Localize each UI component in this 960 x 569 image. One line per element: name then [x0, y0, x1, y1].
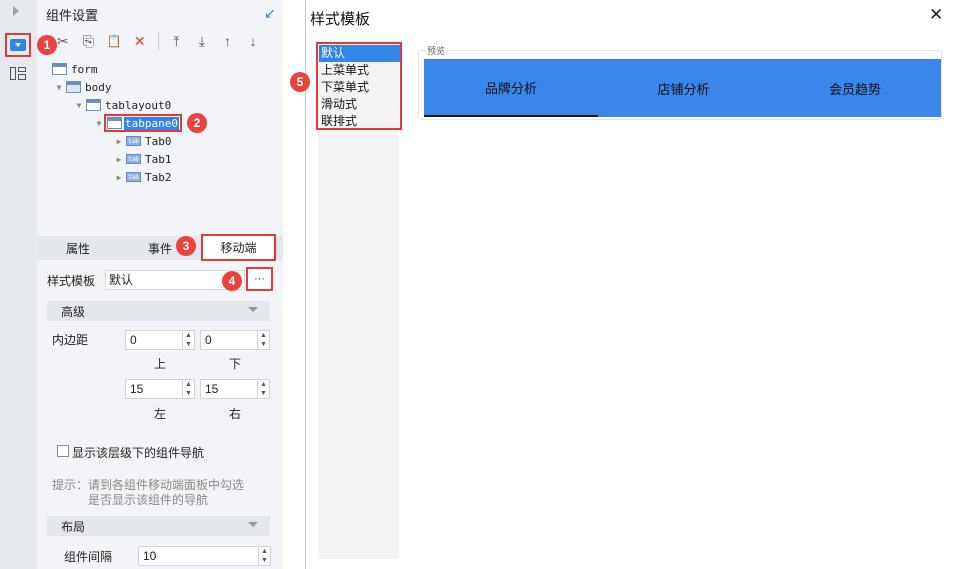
tree-node-form[interactable]: form [50, 60, 280, 78]
step-badge-3: 3 [176, 236, 196, 256]
padding-label: 内边距 [52, 333, 89, 347]
dialog-title: 样式模板 [310, 11, 371, 28]
step-badge-4: 4 [222, 271, 242, 291]
padding-left-label: 左 [154, 407, 167, 421]
preview-tab-brand[interactable]: 品牌分析 [424, 59, 598, 117]
padding-bottom-input[interactable]: 0 ▲ ▼ [200, 330, 270, 350]
paste-icon[interactable]: 📋 [104, 31, 124, 51]
delete-icon[interactable]: ✕ [130, 31, 150, 51]
layout-icon[interactable] [10, 67, 26, 80]
show-nav-label: 显示该层级下的组件导航 [72, 446, 205, 460]
preview-tab-bar: 品牌分析 店铺分析 会员趋势 [424, 59, 941, 117]
copy-icon[interactable]: ⎘ [79, 31, 99, 51]
preview-label: 预览 [425, 44, 448, 57]
tab-icon: tab [126, 154, 141, 164]
template-item-default[interactable]: 默认 [319, 45, 400, 62]
spacing-input[interactable]: 10 ▲ ▼ [138, 546, 271, 566]
layout-section-header[interactable]: 布局 [47, 516, 270, 536]
component-panel-toggle[interactable] [5, 33, 31, 57]
padding-top-label: 上 [154, 357, 167, 371]
panel-title: 组件设置 [46, 8, 99, 23]
tabpane-icon [107, 117, 122, 129]
tab-properties[interactable]: 属性 [66, 240, 90, 257]
spacing-label: 组件间隔 [64, 550, 113, 564]
tree-node-tab2[interactable]: ▶ tab Tab2 [50, 168, 280, 186]
tabpane-selection[interactable]: tabpane0 [104, 114, 182, 132]
stepper-buttons[interactable]: ▲ ▼ [182, 380, 194, 398]
body-icon [66, 81, 81, 93]
hint-line-2: 是否显示该组件的导航 [88, 493, 209, 507]
tree-node-body[interactable]: ▼ body [50, 78, 280, 96]
tree-node-tab0[interactable]: ▶ tab Tab0 [50, 132, 280, 150]
stepper-buttons[interactable]: ▲ ▼ [257, 331, 269, 349]
padding-right-label: 右 [229, 407, 242, 421]
collapse-arrow-icon[interactable]: ▼ [74, 101, 84, 110]
side-icon-strip [0, 0, 37, 569]
template-item-top-menu[interactable]: 上菜单式 [319, 62, 400, 79]
tablayout-icon [86, 99, 101, 111]
template-list: 默认 上菜单式 下菜单式 滑动式 联排式 [316, 42, 402, 130]
expand-arrow-icon[interactable]: ▶ [114, 137, 124, 146]
step-badge-1: 1 [37, 35, 57, 55]
expand-arrow-icon[interactable]: ▶ [114, 155, 124, 164]
template-item-sliding[interactable]: 滑动式 [319, 96, 400, 113]
step-badge-5: 5 [290, 72, 310, 92]
close-icon[interactable]: ✕ [929, 5, 943, 25]
pin-icon[interactable]: ↙ [264, 5, 276, 22]
move-bottom-icon[interactable]: ⤓ [192, 31, 212, 51]
move-up-icon[interactable]: ↑ [218, 31, 238, 51]
padding-bottom-label: 下 [229, 357, 242, 371]
advanced-section-header[interactable]: 高级 [47, 301, 270, 321]
move-down-icon[interactable]: ↓ [243, 31, 263, 51]
stepper-buttons[interactable]: ▲ ▼ [257, 380, 269, 398]
form-icon [52, 63, 67, 75]
chevron-down-icon [248, 307, 258, 312]
toolbar: ✂ ⎘ 📋 ✕ ⤒ ⤓ ↑ ↓ [53, 31, 263, 51]
stepper-buttons[interactable]: ▲ ▼ [258, 547, 270, 565]
template-item-bottom-menu[interactable]: 下菜单式 [319, 79, 400, 96]
show-nav-checkbox[interactable] [57, 445, 69, 457]
chevron-down-icon [248, 522, 258, 527]
tab-icon: tab [126, 136, 141, 146]
padding-top-input[interactable]: 0 ▲ ▼ [125, 330, 195, 350]
collapse-arrow-icon[interactable]: ▼ [54, 83, 64, 92]
padding-left-input[interactable]: 15 ▲ ▼ [125, 379, 195, 399]
preview-tab-member[interactable]: 会员趋势 [769, 59, 941, 117]
style-template-more-button[interactable]: ··· [246, 267, 273, 291]
preview-tab-store[interactable]: 店铺分析 [598, 59, 769, 117]
stepper-buttons[interactable]: ▲ ▼ [182, 331, 194, 349]
tab-mobile[interactable]: 移动端 [201, 234, 276, 261]
component-icon [10, 39, 26, 51]
tree-node-tabpane[interactable]: ▼ tabpane0 [50, 114, 280, 132]
tab-events[interactable]: 事件 [148, 240, 172, 257]
padding-right-input[interactable]: 15 ▲ ▼ [200, 379, 270, 399]
tree-node-tablayout[interactable]: ▼ tablayout0 [50, 96, 280, 114]
move-top-icon[interactable]: ⤒ [166, 31, 186, 51]
expand-arrow-icon[interactable]: ▶ [114, 173, 124, 182]
collapse-arrow-icon[interactable]: ▼ [94, 119, 104, 128]
component-tree: form ▼ body ▼ tablayout0 ▼ tabpane0 ▶ ta… [50, 60, 280, 186]
expand-arrow-icon[interactable] [13, 6, 19, 16]
template-item-tiled[interactable]: 联排式 [319, 113, 400, 130]
style-template-label: 样式模板 [47, 274, 96, 288]
tree-node-tab1[interactable]: ▶ tab Tab1 [50, 150, 280, 168]
toolbar-divider [157, 32, 159, 50]
tab-icon: tab [126, 172, 141, 182]
step-badge-2: 2 [187, 113, 207, 133]
